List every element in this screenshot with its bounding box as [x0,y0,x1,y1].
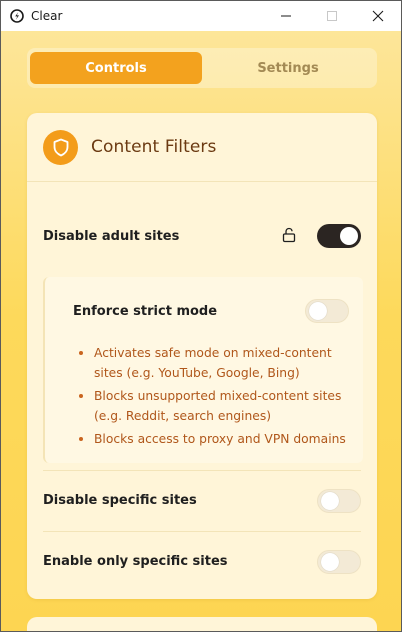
maximize-icon [327,11,337,21]
disable-specific-sites-toggle[interactable] [317,489,361,513]
strict-mode-label: Enforce strict mode [73,304,218,319]
disable-adult-sites-label: Disable adult sites [43,229,180,244]
enable-only-specific-sites-label: Enable only specific sites [43,554,228,569]
disable-specific-sites-label: Disable specific sites [43,493,197,508]
close-button[interactable] [355,1,401,31]
tab-controls[interactable]: Controls [30,52,202,84]
window-title: Clear [31,9,63,23]
minimize-icon [281,15,291,17]
strict-mode-panel: Enforce strict mode Activates safe mode … [43,277,363,463]
close-icon [372,10,384,22]
enable-only-specific-sites-toggle[interactable] [317,550,361,574]
divider [43,470,361,471]
card-header: Content Filters [27,113,377,182]
card-title: Content Filters [91,137,217,157]
strict-mode-toggle[interactable] [305,299,349,323]
list-item: Blocks unsupported mixed-content sites (… [79,386,354,426]
disable-adult-sites-toggle[interactable] [317,224,361,248]
next-card [27,617,377,631]
list-item: Blocks access to proxy and VPN domains [79,429,354,449]
title-bar: Clear [1,1,401,31]
strict-mode-bullets: Activates safe mode on mixed-content sit… [79,343,354,452]
divider [43,531,361,532]
tab-settings[interactable]: Settings [202,52,374,84]
list-item: Activates safe mode on mixed-content sit… [79,343,354,383]
maximize-button[interactable] [309,1,355,31]
app-window: Clear Controls Settings Content Filters … [0,0,402,632]
shield-icon [43,130,78,165]
content-filters-card: Content Filters Disable adult sites Enfo… [27,113,377,599]
minimize-button[interactable] [263,1,309,31]
lock-open-icon [282,227,296,243]
tab-bar: Controls Settings [27,48,377,88]
app-logo-icon [10,9,24,23]
